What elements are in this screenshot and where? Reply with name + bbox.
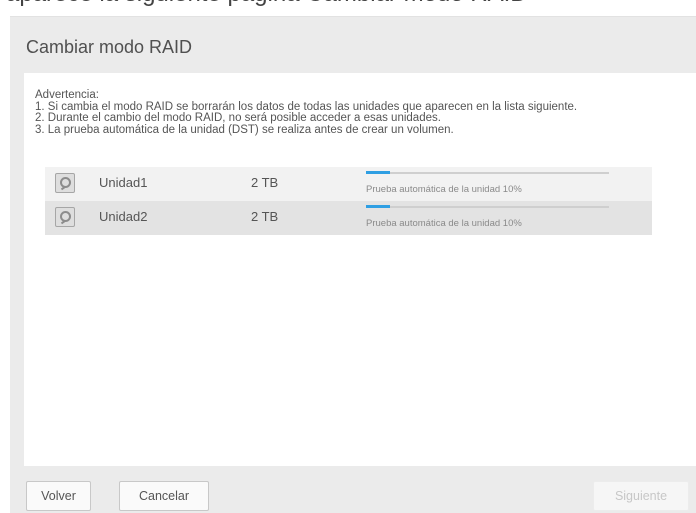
hard-drive-icon (55, 207, 75, 227)
drive-progress-fill (366, 205, 391, 208)
next-button[interactable]: Siguiente (593, 481, 689, 511)
drive-progress-bar (366, 205, 609, 208)
drive-row: Unidad2 2 TB Prueba automática de la uni… (45, 201, 652, 235)
drive-list: Unidad1 2 TB Prueba automática de la uni… (45, 167, 652, 235)
warning-heading: Advertencia: (35, 89, 99, 101)
drive-status: Prueba automática de la unidad 10% (366, 218, 522, 229)
drive-row: Unidad1 2 TB Prueba automática de la uni… (45, 167, 652, 201)
dialog-title: Cambiar modo RAID (26, 37, 193, 57)
drive-size: 2 TB (251, 209, 279, 224)
warning-line-3: 3. La prueba automática de la unidad (DS… (35, 123, 454, 136)
cancel-button[interactable]: Cancelar (119, 481, 209, 511)
back-button[interactable]: Volver (26, 481, 91, 511)
drive-name: Unidad2 (99, 209, 148, 224)
dialog-content: Advertencia: 1. Si cambia el modo RAID s… (24, 73, 696, 466)
warning-line-2: 2. Durante el cambio del modo RAID, no s… (35, 112, 441, 124)
hard-drive-icon (55, 173, 75, 193)
drive-size: 2 TB (251, 175, 279, 190)
drive-name: Unidad1 (99, 175, 148, 190)
background-page-heading: aparece la siguiente página Cambiar modo… (6, 0, 528, 8)
warning-text: Advertencia: 1. Si cambia el modo RAID s… (35, 89, 655, 136)
drive-progress-bar (366, 171, 609, 174)
background-page-text: aparece la siguiente página Cambiar modo… (0, 0, 696, 8)
drive-status: Prueba automática de la unidad 10% (366, 184, 522, 195)
drive-progress-fill (366, 171, 391, 174)
raid-dialog: Cambiar modo RAID Advertencia: 1. Si cam… (10, 16, 696, 513)
